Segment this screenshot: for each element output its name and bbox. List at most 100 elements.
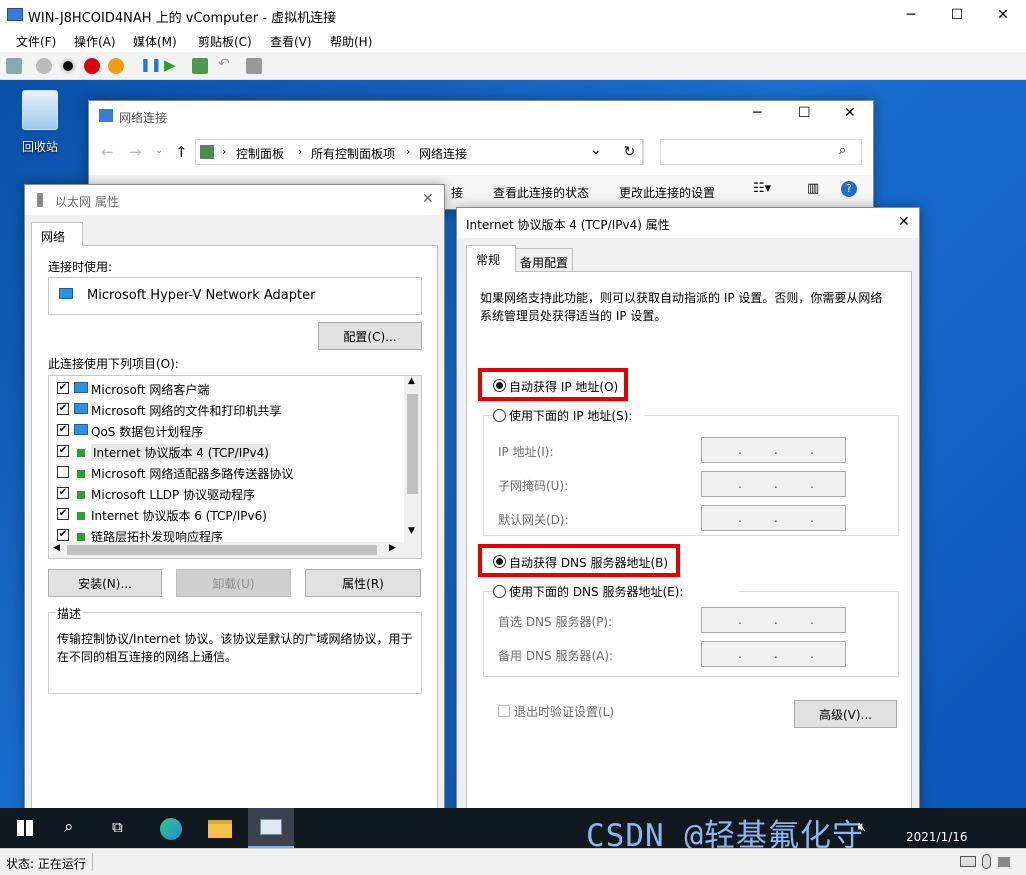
horizontal-scrollbar[interactable]: ◀ ▶: [49, 542, 421, 558]
search-taskbar-icon[interactable]: ⌕: [64, 817, 74, 837]
menu-media[interactable]: 媒体(M): [133, 33, 177, 50]
breadcrumb-all-items[interactable]: 所有控制面板项: [311, 145, 395, 162]
list-item[interactable]: ✔ Internet 协议版本 4 (TCP/IPv4): [49, 441, 403, 462]
scroll-up-icon[interactable]: ▲: [408, 376, 415, 386]
resume-icon[interactable]: ▶: [164, 56, 176, 74]
volume-muted-icon[interactable]: 🔇︎: [858, 820, 866, 835]
menu-clipboard[interactable]: 剪贴板(C): [198, 33, 252, 50]
manual-ip-radio[interactable]: [493, 409, 506, 422]
scroll-left-icon[interactable]: ◀: [53, 543, 60, 553]
alternate-dns-field[interactable]: . . .: [701, 641, 846, 667]
properties-button[interactable]: 属性(R): [305, 569, 421, 597]
properties-button-label: 属性(R): [342, 576, 384, 591]
vertical-scrollbar[interactable]: ▲ ▼: [404, 376, 421, 542]
command-change-settings[interactable]: 更改此连接的设置: [619, 184, 715, 201]
client-icon: [74, 382, 88, 393]
item-checkbox[interactable]: ✔: [57, 382, 69, 394]
manual-ip-label[interactable]: 使用下面的 IP 地址(S):: [509, 407, 645, 424]
menu-action[interactable]: 操作(A): [74, 33, 116, 50]
breadcrumb-control-panel[interactable]: 控制面板: [236, 145, 284, 162]
tab-network[interactable]: 网络: [31, 222, 83, 246]
windows-start-icon[interactable]: [17, 820, 33, 836]
start-icon[interactable]: [36, 58, 52, 74]
host-minimize-button[interactable]: ─: [888, 0, 934, 30]
gateway-field[interactable]: . . .: [701, 505, 846, 531]
preview-pane-icon[interactable]: ▥: [807, 181, 819, 196]
list-item[interactable]: ✔ Microsoft 网络客户端: [49, 378, 403, 399]
list-item[interactable]: ✔ Microsoft LLDP 协议驱动程序: [49, 483, 403, 504]
command-view-status[interactable]: 查看此连接的状态: [493, 184, 589, 201]
view-options-icon[interactable]: ☷▾: [753, 181, 771, 196]
power-icon[interactable]: [108, 58, 124, 74]
manual-dns-radio[interactable]: [493, 585, 506, 598]
auto-dns-label[interactable]: 自动获得 DNS 服务器地址(B): [509, 554, 668, 571]
subnet-mask-field[interactable]: . . .: [701, 471, 846, 497]
explorer-maximize-button[interactable]: ☐: [798, 105, 811, 121]
revert-icon[interactable]: ↶: [218, 56, 230, 72]
up-arrow-icon[interactable]: ↑: [175, 143, 188, 161]
list-item[interactable]: Microsoft 网络适配器多路传送器协议: [49, 462, 403, 483]
manual-dns-label[interactable]: 使用下面的 DNS 服务器地址(E):: [509, 583, 740, 600]
tab-network-label: 网络: [41, 230, 66, 244]
auto-ip-radio[interactable]: [493, 379, 506, 392]
enhanced-session-icon[interactable]: [246, 58, 262, 74]
address-dropdown-icon[interactable]: ⌄: [590, 142, 602, 158]
validate-checkbox[interactable]: [498, 705, 510, 717]
ethernet-close-button[interactable]: ✕: [422, 191, 434, 207]
file-explorer-icon[interactable]: [208, 820, 232, 838]
task-view-icon[interactable]: ⧉: [112, 818, 123, 836]
item-checkbox[interactable]: ✔: [57, 403, 69, 415]
explorer-close-button[interactable]: ✕: [844, 105, 856, 121]
shutdown-icon[interactable]: [84, 58, 100, 74]
item-checkbox[interactable]: [57, 466, 69, 478]
command-partial[interactable]: 接: [451, 184, 463, 201]
menu-view[interactable]: 查看(V): [270, 33, 312, 50]
auto-dns-radio[interactable]: [493, 555, 506, 568]
item-checkbox[interactable]: ✔: [57, 445, 69, 457]
list-item[interactable]: ✔ Microsoft 网络的文件和打印机共享: [49, 399, 403, 420]
address-bar[interactable]: › 控制面板 › 所有控制面板项 › 网络连接 ⌄: [195, 139, 643, 165]
list-item[interactable]: ✔ QoS 数据包计划程序: [49, 420, 403, 441]
ctrl-alt-del-icon[interactable]: [6, 58, 22, 74]
search-input[interactable]: ⌕: [660, 139, 862, 165]
preferred-dns-field[interactable]: . . .: [701, 607, 846, 633]
recycle-bin-icon[interactable]: [22, 90, 58, 130]
help-icon[interactable]: ?: [841, 181, 857, 197]
ip-address-field[interactable]: . . .: [701, 437, 846, 463]
breadcrumb-network-connections[interactable]: 网络连接: [419, 145, 467, 162]
turn-off-icon[interactable]: [60, 58, 76, 74]
explorer-minimize-button[interactable]: ─: [753, 105, 761, 121]
active-app-button[interactable]: [248, 808, 294, 848]
list-item[interactable]: ✔ Internet 协议版本 6 (TCP/IPv6): [49, 504, 403, 525]
tab-general[interactable]: 常规: [466, 245, 516, 272]
ipv4-close-button[interactable]: ✕: [898, 214, 910, 230]
menu-help[interactable]: 帮助(H): [330, 33, 372, 50]
back-arrow-icon[interactable]: ←: [101, 143, 114, 161]
scroll-right-icon[interactable]: ▶: [389, 543, 396, 553]
history-chevron-icon[interactable]: ⌄: [155, 145, 163, 156]
uninstall-button[interactable]: 卸载(U): [176, 569, 291, 597]
item-checkbox[interactable]: ✔: [57, 529, 69, 541]
item-checkbox[interactable]: ✔: [57, 487, 69, 499]
host-close-button[interactable]: ✕: [980, 0, 1026, 30]
advanced-button[interactable]: 高级(V)...: [794, 700, 897, 728]
auto-ip-label[interactable]: 自动获得 IP 地址(O): [509, 378, 618, 395]
edge-browser-icon[interactable]: [160, 818, 182, 840]
item-checkbox[interactable]: ✔: [57, 508, 69, 520]
checkpoint-icon[interactable]: [192, 58, 208, 74]
tab-alternate[interactable]: 备用配置: [515, 248, 573, 272]
install-button[interactable]: 安装(N)...: [48, 569, 162, 597]
scroll-thumb[interactable]: [407, 394, 418, 494]
preferred-dns-label: 首选 DNS 服务器(P):: [498, 615, 613, 629]
item-label: Internet 协议版本 4 (TCP/IPv4): [91, 444, 271, 461]
forward-arrow-icon[interactable]: →: [129, 143, 142, 161]
scroll-down-icon[interactable]: ▼: [408, 526, 415, 536]
menu-file[interactable]: 文件(F): [16, 33, 56, 50]
refresh-button[interactable]: ↻: [616, 139, 644, 165]
scroll-h-thumb[interactable]: [67, 545, 377, 555]
configure-button[interactable]: 配置(C)...: [318, 322, 422, 350]
clock-date[interactable]: 2021/1/16: [906, 830, 968, 844]
host-maximize-button[interactable]: ☐: [934, 0, 980, 30]
item-checkbox[interactable]: ✔: [57, 424, 69, 436]
pause-icon[interactable]: ❚❚: [140, 58, 162, 73]
